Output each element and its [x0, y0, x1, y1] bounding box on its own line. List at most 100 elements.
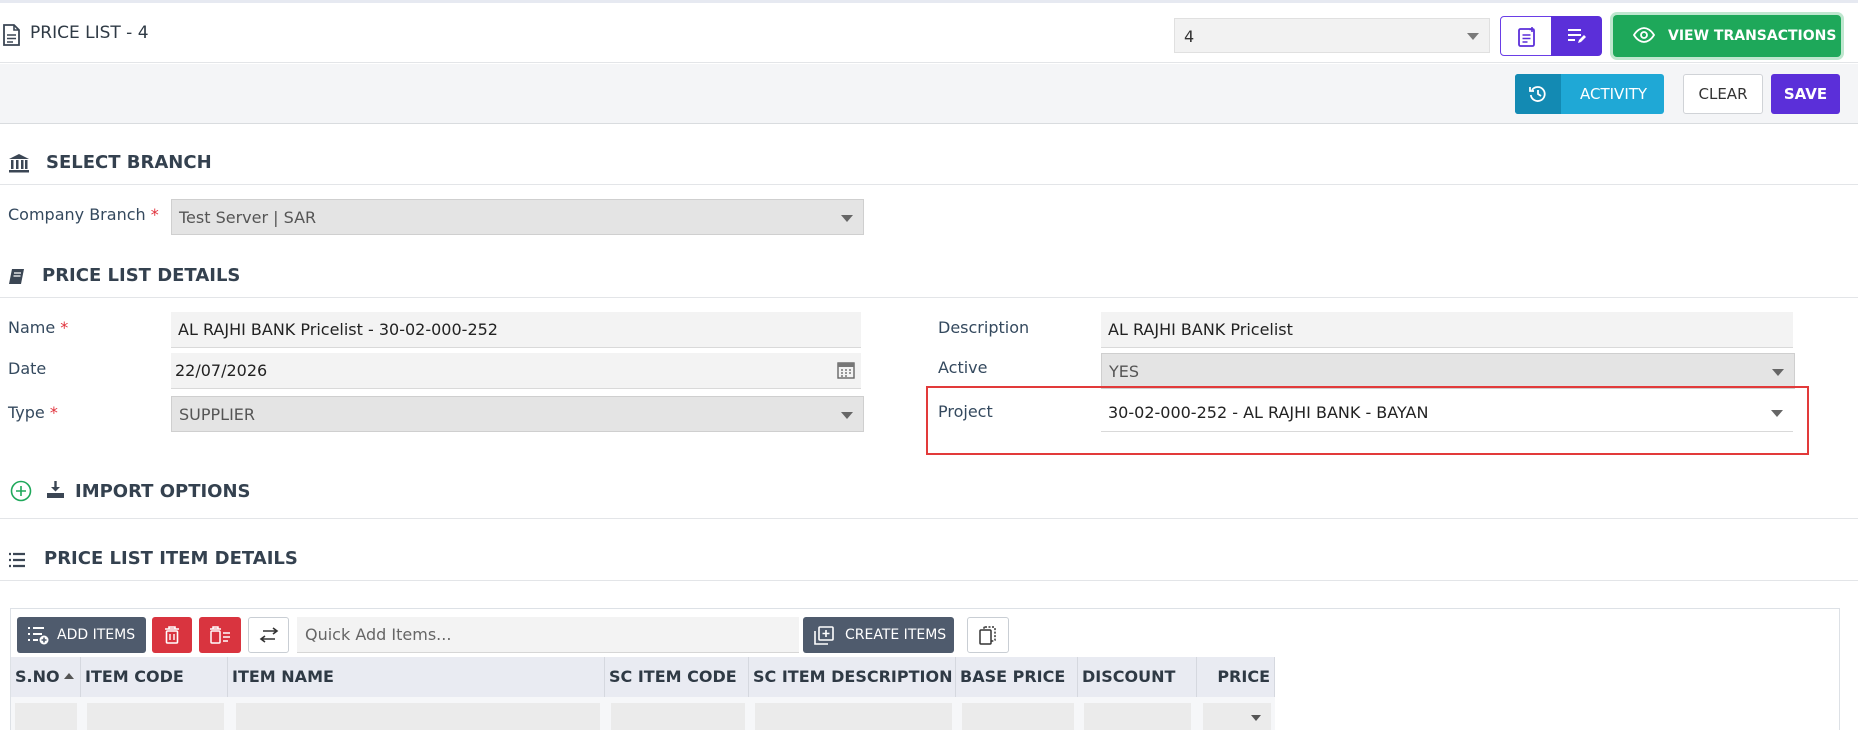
column-header-sc-item-code[interactable]: SC ITEM CODE: [605, 657, 749, 697]
chevron-down-icon: [1772, 369, 1784, 376]
add-items-button[interactable]: ADD ITEMS: [17, 617, 146, 653]
item-code-cell[interactable]: [87, 703, 224, 730]
eye-icon: [1633, 27, 1655, 43]
chevron-down-icon: [1467, 33, 1479, 40]
activity-icon-box: [1515, 74, 1561, 114]
expand-plus-icon[interactable]: [10, 480, 32, 502]
column-header-price[interactable]: PRICE: [1197, 657, 1275, 697]
grid-header: S.NO ITEM CODE ITEM NAME SC ITEM CODE SC…: [11, 657, 1275, 697]
active-value: YES: [1109, 362, 1140, 381]
price-list-details-heading: PRICE LIST DETAILS: [42, 265, 241, 286]
record-select[interactable]: 4: [1174, 18, 1490, 53]
sc-item-code-cell[interactable]: [611, 703, 745, 730]
list-edit-icon: [1568, 29, 1586, 43]
company-branch-select[interactable]: Test Server | SAR: [171, 199, 864, 235]
chevron-down-icon: [1771, 410, 1783, 417]
sort-ascending-icon: [64, 673, 74, 679]
project-label: Project: [938, 402, 993, 421]
bank-icon: [9, 154, 29, 173]
type-label-text: Type: [8, 403, 45, 422]
name-label-text: Name: [8, 318, 56, 337]
column-label: S.NO: [15, 667, 60, 686]
item-name-cell[interactable]: [236, 703, 600, 730]
document-icon: [3, 24, 20, 46]
date-input[interactable]: 22/07/2026: [171, 353, 861, 389]
action-toolbar: ACTIVITY CLEAR SAVE: [0, 64, 1858, 124]
quick-add-input[interactable]: Quick Add Items...: [297, 617, 799, 653]
description-label: Description: [938, 318, 1030, 337]
create-items-label: CREATE ITEMS: [845, 627, 947, 643]
section-divider: [0, 518, 1858, 519]
table-row: [11, 697, 1275, 730]
swap-button[interactable]: [248, 617, 289, 653]
sc-item-description-cell[interactable]: [755, 703, 952, 730]
trash-icon: [165, 626, 179, 644]
edit-list-button[interactable]: [1551, 16, 1602, 56]
add-document-icon: [1518, 27, 1535, 47]
calendar-icon[interactable]: [837, 361, 855, 379]
delete-button[interactable]: [152, 617, 192, 653]
base-price-cell[interactable]: [962, 703, 1074, 730]
project-value: 30-02-000-252 - AL RAJHI BANK - BAYAN: [1108, 403, 1429, 422]
save-button[interactable]: SAVE: [1771, 74, 1840, 114]
price-cell[interactable]: [1203, 703, 1271, 730]
active-select[interactable]: YES: [1101, 353, 1795, 389]
discount-cell[interactable]: [1084, 703, 1191, 730]
date-value: 22/07/2026: [175, 361, 268, 380]
items-grid: ADD ITEMS Quick Add Items... CREATE ITEM…: [10, 608, 1840, 730]
required-marker: *: [150, 205, 159, 224]
view-transactions-label: VIEW TRANSACTIONS: [1668, 28, 1837, 44]
section-divider: [0, 580, 1858, 581]
history-icon: [1529, 86, 1546, 102]
description-input[interactable]: AL RAJHI BANK Pricelist: [1101, 312, 1793, 348]
company-branch-label: Company Branch *: [8, 205, 159, 224]
section-divider: [0, 297, 1858, 298]
name-label: Name *: [8, 318, 68, 337]
chevron-down-icon: [841, 215, 853, 222]
swap-arrows-icon: [259, 627, 278, 643]
add-copy-icon: [814, 626, 834, 645]
activity-label: ACTIVITY: [1580, 85, 1648, 103]
create-items-button[interactable]: CREATE ITEMS: [803, 617, 954, 653]
name-input[interactable]: AL RAJHI BANK Pricelist - 30-02-000-252: [171, 312, 861, 348]
page-header: PRICE LIST - 4 4 VIEW TRANSACTIONS: [0, 3, 1858, 63]
section-divider: [0, 184, 1858, 185]
page-title: PRICE LIST - 4: [30, 23, 149, 43]
column-header-sc-item-description[interactable]: SC ITEM DESCRIPTION: [749, 657, 956, 697]
record-select-value: 4: [1184, 27, 1195, 46]
trash-list-icon: [210, 626, 230, 644]
sno-cell[interactable]: [15, 703, 77, 730]
add-items-label: ADD ITEMS: [57, 627, 136, 643]
chevron-down-icon: [841, 412, 853, 419]
company-branch-label-text: Company Branch: [8, 205, 146, 224]
select-branch-heading: SELECT BRANCH: [46, 152, 212, 173]
import-options-heading[interactable]: IMPORT OPTIONS: [75, 481, 251, 502]
column-header-item-code[interactable]: ITEM CODE: [81, 657, 228, 697]
add-list-icon: [28, 627, 49, 645]
copy-icon: [979, 625, 996, 645]
type-label: Type *: [8, 403, 58, 422]
activity-button[interactable]: ACTIVITY: [1515, 74, 1664, 114]
company-branch-value: Test Server | SAR: [179, 208, 317, 227]
project-select[interactable]: 30-02-000-252 - AL RAJHI BANK - BAYAN: [1101, 395, 1793, 432]
download-icon: [47, 481, 64, 498]
date-label: Date: [8, 359, 47, 378]
type-value: SUPPLIER: [179, 405, 256, 424]
column-header-discount[interactable]: DISCOUNT: [1078, 657, 1197, 697]
new-document-button[interactable]: [1500, 16, 1552, 56]
required-marker: *: [49, 403, 58, 422]
item-details-heading: PRICE LIST ITEM DETAILS: [44, 548, 298, 569]
delete-selected-button[interactable]: [199, 617, 241, 653]
list-icon: [9, 552, 25, 568]
chevron-down-icon: [1251, 715, 1261, 721]
column-header-sno[interactable]: S.NO: [11, 657, 81, 697]
copy-button[interactable]: [967, 617, 1009, 653]
type-select[interactable]: SUPPLIER: [171, 396, 864, 432]
clear-button[interactable]: CLEAR: [1683, 74, 1763, 114]
column-header-base-price[interactable]: BASE PRICE: [956, 657, 1078, 697]
view-transactions-button[interactable]: VIEW TRANSACTIONS: [1613, 15, 1841, 57]
active-label: Active: [938, 358, 988, 377]
column-header-item-name[interactable]: ITEM NAME: [228, 657, 605, 697]
book-icon: [9, 269, 24, 284]
required-marker: *: [60, 318, 69, 337]
